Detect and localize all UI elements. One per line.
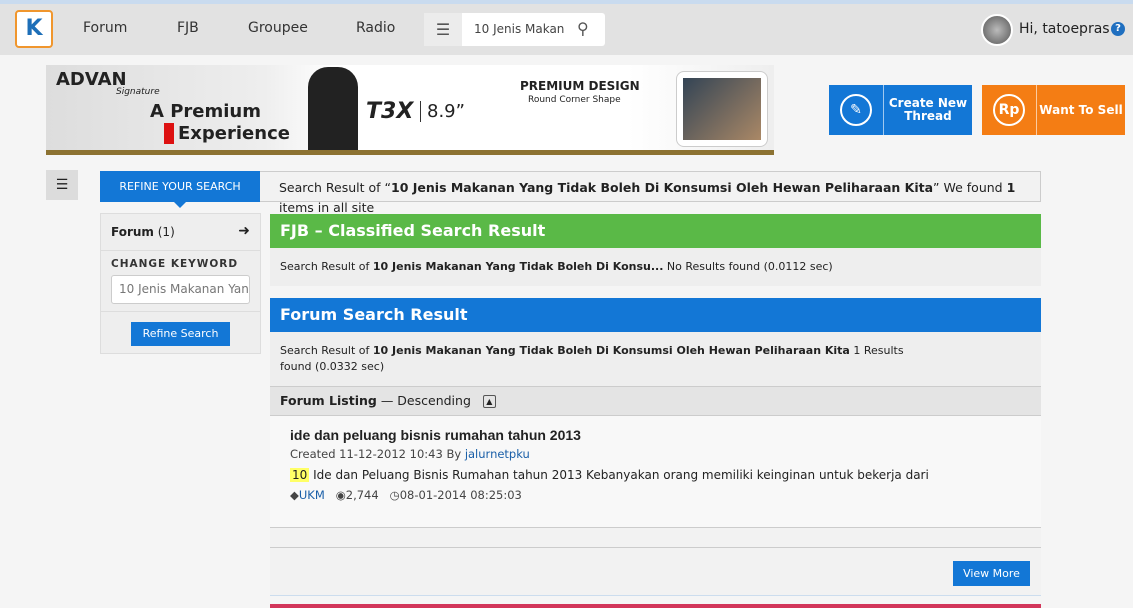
want-to-sell-label: Want To Sell: [1039, 102, 1123, 117]
forum-section-title: Forum Search Result: [270, 298, 1041, 332]
avatar[interactable]: [981, 14, 1013, 46]
view-more-bar: View More: [270, 548, 1041, 596]
forum-listing-header: Forum Listing — Descending ▲: [270, 386, 1041, 416]
thread-snippet: Ide dan Peluang Bisnis Rumahan tahun 201…: [309, 468, 929, 482]
view-count: 2,744: [345, 488, 379, 502]
search-icon[interactable]: ⚲: [577, 19, 589, 38]
next-section-edge: [270, 604, 1041, 608]
create-thread-label: Create New Thread: [888, 96, 968, 123]
list-item: ide dan peluang bisnis rumahan tahun 201…: [270, 416, 1041, 528]
banner-size: 8.9”: [420, 101, 465, 122]
forum-result-text: Search Result of 10 Jenis Makanan Yang T…: [270, 332, 1041, 386]
tag-icon: ◆: [290, 488, 299, 502]
forum-filter[interactable]: Forum (1) ➜: [101, 214, 260, 251]
help-icon[interactable]: ?: [1111, 22, 1125, 36]
spacer: [270, 528, 1041, 548]
banner-model: T3X: [366, 99, 414, 124]
fjb-result-text: Search Result of 10 Jenis Makanan Yang T…: [270, 248, 1041, 286]
banner-headline: PREMIUM DESIGN: [520, 79, 640, 93]
arrow-right-icon: ➜: [238, 223, 250, 239]
thread-title[interactable]: ide dan peluang bisnis rumahan tahun 201…: [290, 427, 1021, 443]
refine-sidebar: Forum (1) ➜ CHANGE KEYWORD 10 Jenis Maka…: [100, 213, 261, 354]
search-input[interactable]: 10 Jenis Makanan Yang Tidak Boleh Di Kon…: [474, 22, 564, 36]
sidebar-toggle-icon[interactable]: ☰: [46, 170, 78, 200]
forum-filter-label: Forum: [111, 225, 154, 239]
tag-link[interactable]: UKM: [299, 488, 325, 502]
last-post-date: 08-01-2014 08:25:03: [399, 488, 522, 502]
change-keyword-label: CHANGE KEYWORD: [111, 258, 239, 270]
forum-filter-count: (1): [157, 225, 175, 239]
nav-forum[interactable]: Forum: [83, 20, 127, 36]
eye-icon: ◉: [335, 488, 346, 502]
nav-groupee[interactable]: Groupee: [248, 20, 308, 36]
clock-icon: ◷: [389, 488, 400, 502]
nav-radio[interactable]: Radio: [356, 20, 395, 36]
kaskus-logo[interactable]: K: [15, 10, 53, 48]
banner-tagline: Round Corner Shape: [528, 95, 621, 105]
ad-banner[interactable]: ADVAN Signature A Premium Experience T3X…: [46, 65, 774, 155]
summary-count: 1: [1006, 180, 1016, 195]
banner-man-image: [308, 67, 358, 150]
banner-line1: A Premium: [150, 101, 261, 122]
author-link[interactable]: jalurnetpku: [465, 447, 530, 461]
search-summary: Search Result of “10 Jenis Makanan Yang …: [260, 171, 1041, 215]
keyword-input[interactable]: 10 Jenis Makanan Yang Tidak Boleh Di Kon…: [111, 275, 250, 304]
banner-line2: Experience: [164, 123, 290, 144]
search-box: ☰ 10 Jenis Makanan Yang Tidak Boleh Di K…: [424, 13, 605, 46]
create-thread-button[interactable]: ✎ Create New Thread: [829, 85, 972, 135]
rupiah-icon: Rp: [993, 94, 1025, 126]
pencil-icon: ✎: [840, 94, 872, 126]
collapse-icon[interactable]: ▲: [482, 395, 496, 408]
want-to-sell-button[interactable]: Rp Want To Sell: [982, 85, 1125, 135]
view-more-button[interactable]: View More: [953, 561, 1030, 586]
banner-tablet-image: [676, 71, 768, 147]
refine-search-button[interactable]: Refine Search: [131, 322, 230, 346]
fjb-section-title: FJB – Classified Search Result: [270, 214, 1041, 248]
refine-search-tab[interactable]: REFINE YOUR SEARCH: [100, 171, 260, 208]
search-menu-icon[interactable]: ☰: [424, 13, 462, 46]
user-greeting[interactable]: Hi, tatoepras: [1019, 21, 1110, 37]
keyword-highlight: 10: [290, 468, 310, 482]
banner-sub: Signature: [116, 87, 160, 97]
summary-query: 10 Jenis Makanan Yang Tidak Boleh Di Kon…: [391, 180, 934, 195]
nav-fjb[interactable]: FJB: [177, 20, 199, 36]
